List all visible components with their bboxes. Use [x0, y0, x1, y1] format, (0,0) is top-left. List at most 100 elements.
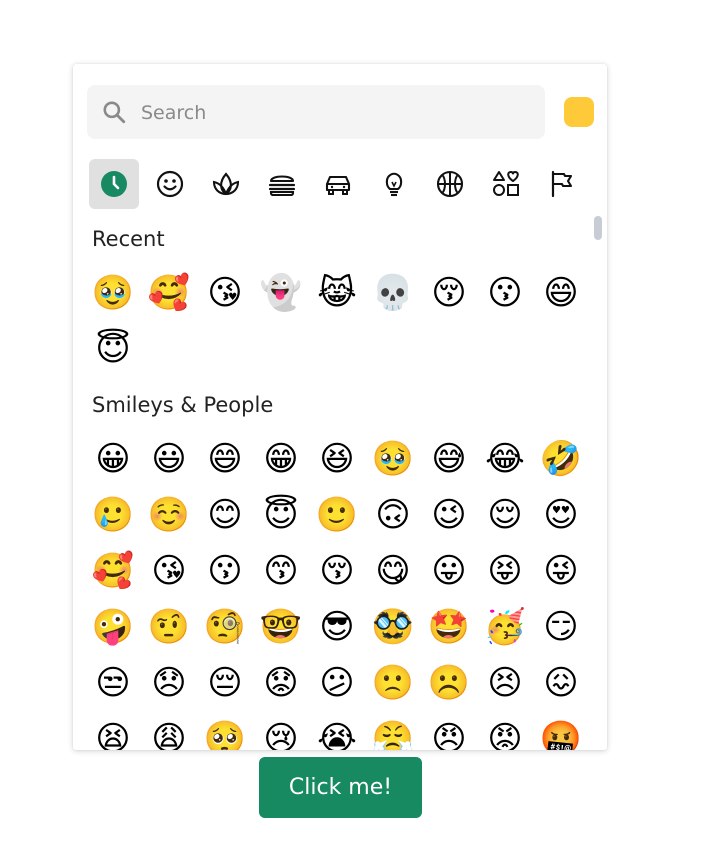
emoji-item[interactable]: 🥰 — [143, 267, 195, 319]
emoji-item[interactable]: 🙃 — [367, 489, 419, 541]
emoji-item[interactable]: 😘 — [143, 545, 195, 597]
section-title-recent: Recent — [92, 227, 165, 251]
emoji-item[interactable]: 😊 — [199, 489, 251, 541]
emoji-glyph: 😫 — [95, 719, 131, 750]
emoji-item[interactable]: 💀 — [367, 267, 419, 319]
emoji-item[interactable]: 🙁 — [367, 657, 419, 709]
category-travel[interactable] — [313, 159, 363, 209]
emoji-item[interactable]: 😍 — [535, 489, 587, 541]
emoji-item[interactable]: 🙂 — [311, 489, 363, 541]
emoji-item[interactable]: 😢 — [255, 713, 307, 750]
emoji-item[interactable]: 😛 — [423, 545, 475, 597]
emoji-item[interactable]: 🥸 — [367, 601, 419, 653]
category-symbols[interactable] — [481, 159, 531, 209]
emoji-item[interactable]: 😎 — [311, 601, 363, 653]
emoji-item[interactable]: 😌 — [479, 489, 531, 541]
emoji-item[interactable]: 😟 — [255, 657, 307, 709]
emoji-item[interactable]: 🤬 — [535, 713, 587, 750]
emoji-item[interactable]: 🤪 — [87, 601, 139, 653]
emoji-item[interactable]: 😔 — [199, 657, 251, 709]
emoji-glyph: 😏 — [543, 607, 579, 647]
emoji-glyph: 😛 — [431, 551, 467, 591]
section-title-smileys: Smileys & People — [92, 393, 274, 417]
emoji-glyph: ☺️ — [147, 495, 191, 535]
category-food[interactable] — [257, 159, 307, 209]
emoji-glyph: 😔 — [207, 663, 243, 703]
emoji-glyph: 😡 — [487, 719, 523, 750]
emoji-item[interactable]: 😆 — [311, 433, 363, 485]
emoji-item[interactable]: 😖 — [535, 657, 587, 709]
emoji-item[interactable]: 🥹 — [87, 267, 139, 319]
emoji-item[interactable]: 🤓 — [255, 601, 307, 653]
emoji-item[interactable]: 😄 — [199, 433, 251, 485]
emoji-item[interactable]: 😋 — [367, 545, 419, 597]
emoji-item[interactable]: 😉 — [423, 489, 475, 541]
emoji-glyph: 😘 — [207, 273, 243, 313]
emoji-item[interactable]: 😒 — [87, 657, 139, 709]
emoji-item[interactable]: 😘 — [199, 267, 251, 319]
emoji-item[interactable]: 😅 — [423, 433, 475, 485]
category-recent[interactable] — [89, 159, 139, 209]
emoji-item[interactable]: 😜 — [535, 545, 587, 597]
emoji-glyph: 😉 — [431, 495, 467, 535]
emoji-item[interactable]: 😗 — [199, 545, 251, 597]
emoji-item[interactable]: 😞 — [143, 657, 195, 709]
emoji-item[interactable]: 😡 — [479, 713, 531, 750]
emoji-item[interactable]: 😁 — [255, 433, 307, 485]
emoji-item[interactable]: 😇 — [255, 489, 307, 541]
emoji-item[interactable]: 😂 — [479, 433, 531, 485]
emoji-item[interactable]: 😏 — [535, 601, 587, 653]
emoji-item[interactable]: ☺️ — [143, 489, 195, 541]
emoji-glyph: 😒 — [95, 663, 131, 703]
category-flags[interactable] — [537, 159, 587, 209]
emoji-item[interactable]: 😃 — [143, 433, 195, 485]
emoji-item[interactable]: 🥹 — [367, 433, 419, 485]
emoji-item[interactable]: 😝 — [479, 545, 531, 597]
emoji-item[interactable]: 😄 — [535, 267, 587, 319]
category-activities[interactable] — [425, 159, 475, 209]
emoji-item[interactable]: 🤣 — [535, 433, 587, 485]
emoji-item[interactable]: 😚 — [423, 267, 475, 319]
emoji-glyph: 😍 — [543, 495, 579, 535]
emoji-item[interactable]: 😇 — [87, 323, 139, 375]
emoji-item[interactable]: 😗 — [479, 267, 531, 319]
search-input[interactable] — [139, 93, 535, 133]
emoji-item[interactable]: 😀 — [87, 433, 139, 485]
emoji-scroll-area[interactable]: Recent 🥹 🥰 😘 👻 😹 💀 😚 😗 😄 😇 Smileys & People 😀 😃 😄 😁 😆… — [73, 219, 607, 750]
search-box[interactable] — [87, 85, 545, 139]
emoji-glyph: 😇 — [263, 495, 299, 535]
car-icon — [325, 175, 351, 195]
skin-tone-button[interactable] — [564, 97, 594, 127]
emoji-item[interactable]: 😙 — [255, 545, 307, 597]
emoji-item[interactable]: 😣 — [479, 657, 531, 709]
category-bar — [89, 159, 589, 209]
emoji-glyph: 😂 — [485, 439, 525, 479]
emoji-item[interactable]: 🥺 — [199, 713, 251, 750]
category-smileys[interactable] — [145, 159, 195, 209]
emoji-item[interactable]: ☹️ — [423, 657, 475, 709]
emoji-picker: Recent 🥹 🥰 😘 👻 😹 💀 😚 😗 😄 😇 Smileys & People 😀 😃 😄 😁 😆… — [73, 64, 607, 750]
emoji-item[interactable]: 😕 — [311, 657, 363, 709]
emoji-glyph: 🧐 — [203, 607, 247, 647]
emoji-glyph: 😚 — [431, 273, 467, 313]
emoji-item[interactable]: 🤨 — [143, 601, 195, 653]
category-nature[interactable] — [201, 159, 251, 209]
emoji-item[interactable]: 😹 — [311, 267, 363, 319]
emoji-glyph: 😹 — [317, 273, 357, 313]
emoji-item[interactable]: 🥰 — [87, 545, 139, 597]
emoji-glyph: 😃 — [151, 439, 187, 479]
emoji-item[interactable]: 😤 — [367, 713, 419, 750]
emoji-item[interactable]: 🤩 — [423, 601, 475, 653]
emoji-item[interactable]: 🥲 — [87, 489, 139, 541]
click-me-button[interactable]: Click me! — [259, 757, 422, 818]
emoji-item[interactable]: 🧐 — [199, 601, 251, 653]
category-objects[interactable] — [369, 159, 419, 209]
emoji-item[interactable]: 😩 — [143, 713, 195, 750]
emoji-item[interactable]: 👻 — [255, 267, 307, 319]
emoji-item[interactable]: 😫 — [87, 713, 139, 750]
emoji-item[interactable]: 🥳 — [479, 601, 531, 653]
emoji-item[interactable]: 😭 — [311, 713, 363, 750]
emoji-item[interactable]: 😚 — [311, 545, 363, 597]
emoji-item[interactable]: 😠 — [423, 713, 475, 750]
emoji-glyph: 😜 — [543, 551, 579, 591]
